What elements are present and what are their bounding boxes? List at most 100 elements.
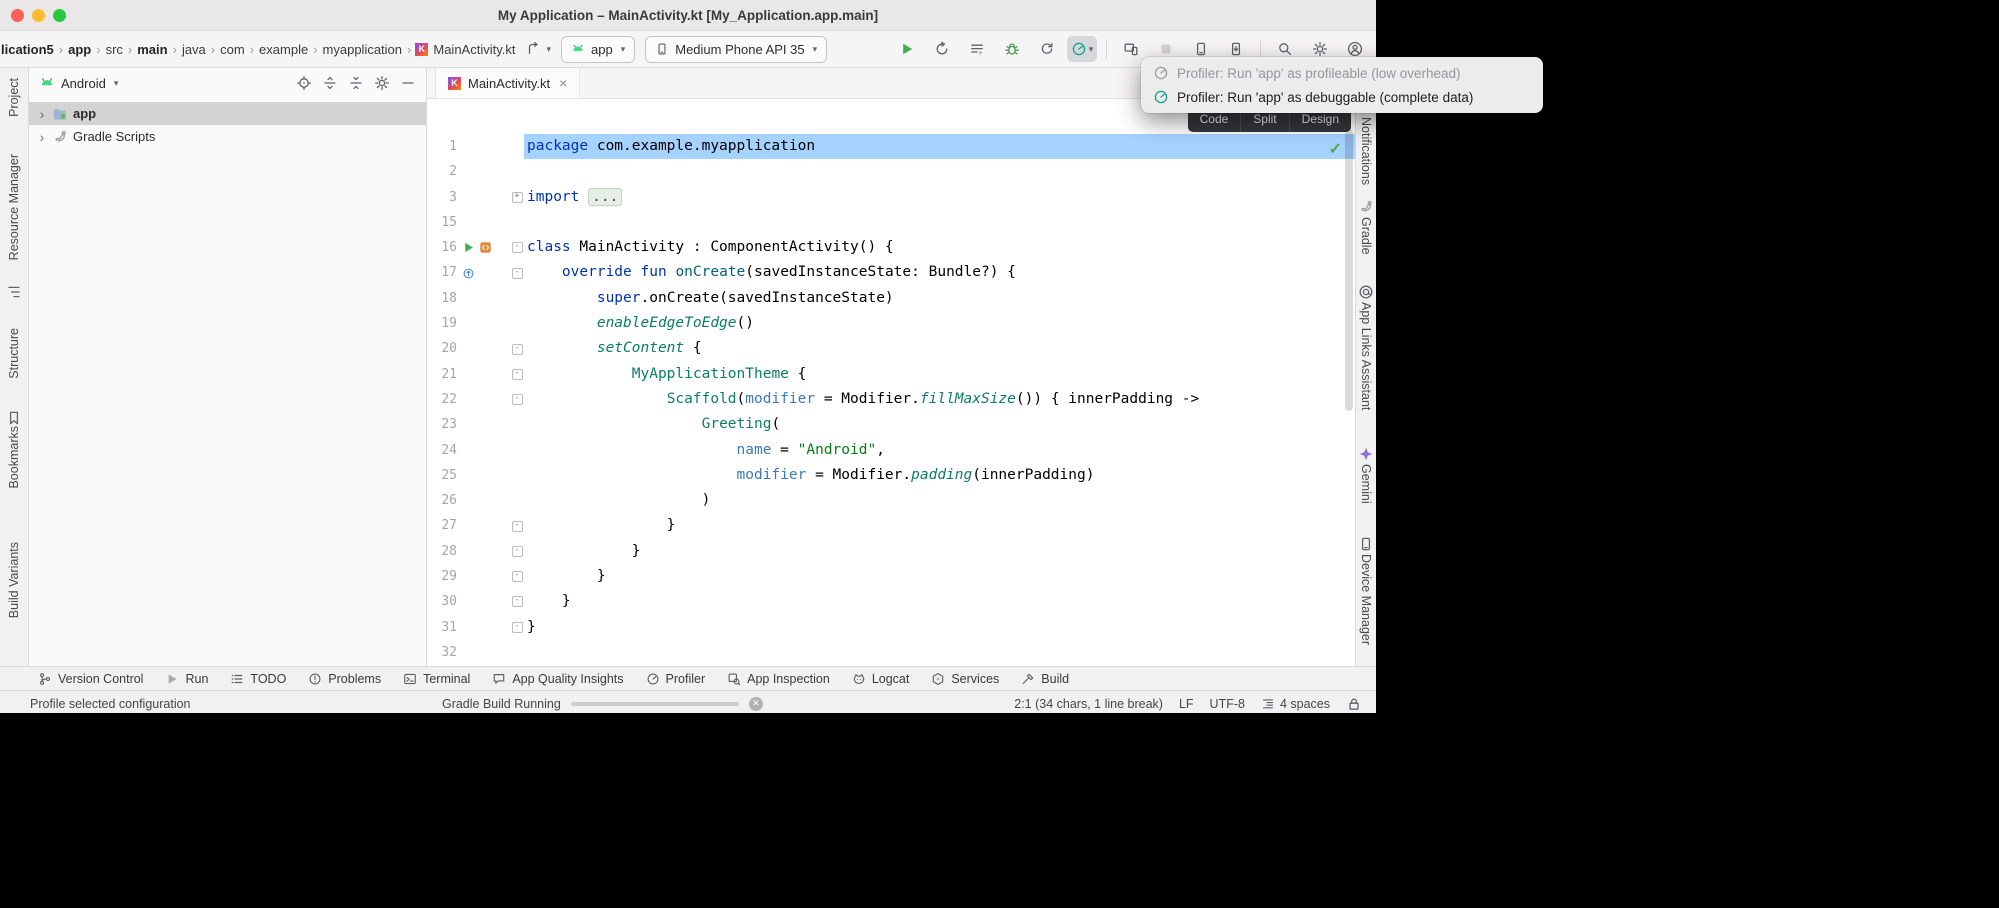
code-line-20[interactable]: 20- setContent {	[427, 336, 1355, 361]
breadcrumb-item-lication5[interactable]: lication5	[0, 42, 55, 57]
debug-button[interactable]	[997, 36, 1027, 62]
popup-item-2[interactable]: Profiler: Run 'app' as debuggable (compl…	[1141, 85, 1543, 109]
breadcrumb-item-myapplication[interactable]: myapplication	[322, 42, 404, 57]
gradle-icon[interactable]	[1358, 199, 1374, 215]
code-line-16[interactable]: 16-class MainActivity : ComponentActivit…	[427, 235, 1355, 260]
tool-window-button-terminal[interactable]: Terminal	[403, 672, 470, 686]
tool-window-button-todo[interactable]: TODO	[230, 672, 286, 686]
tool-window-button-structure[interactable]: Structure	[7, 328, 21, 379]
tree-item-gradle-scripts[interactable]: ›Gradle Scripts	[29, 125, 426, 148]
tool-window-button-app-inspection[interactable]: App Inspection	[727, 672, 830, 686]
code-line-18[interactable]: 18 super.onCreate(savedInstanceState)	[427, 286, 1355, 311]
close-button[interactable]	[11, 9, 24, 22]
vcs-widget[interactable]: ▾	[526, 41, 551, 57]
device-select[interactable]: Medium Phone API 35 ▾	[645, 36, 827, 63]
app-links-assistant-icon[interactable]	[1358, 284, 1374, 300]
zoom-button[interactable]	[53, 9, 66, 22]
device-manager-icon[interactable]	[1358, 536, 1374, 552]
tool-window-button-notifications[interactable]: Notifications	[1359, 117, 1373, 185]
structure-icon[interactable]	[6, 284, 22, 300]
tree-item-app[interactable]: ›app	[29, 102, 426, 125]
line-separator-widget[interactable]: LF	[1179, 697, 1194, 711]
profiler-button[interactable]: ▾	[1067, 36, 1097, 62]
run-line-icon[interactable]	[462, 241, 475, 254]
code-line-21[interactable]: 21- MyApplicationTheme {	[427, 362, 1355, 387]
fold-marker[interactable]: -	[512, 622, 523, 633]
chevron-right-icon[interactable]: ›	[37, 129, 47, 145]
caret-position-widget[interactable]: 2:1 (34 chars, 1 line break)	[1014, 697, 1163, 711]
expand-all-button[interactable]	[322, 75, 338, 91]
fold-marker[interactable]: -	[512, 242, 523, 253]
code-line-2[interactable]: 2	[427, 159, 1355, 184]
editor-tab-mainactivity[interactable]: K MainActivity.kt ×	[435, 68, 580, 98]
cancel-build-icon[interactable]: ✕	[749, 697, 763, 711]
breadcrumb-item-main[interactable]: main	[136, 42, 168, 57]
code-line-24[interactable]: 24 name = "Android",	[427, 438, 1355, 463]
code-line-15[interactable]: 15	[427, 210, 1355, 235]
rerun-button[interactable]	[927, 36, 957, 62]
run-button[interactable]	[892, 36, 922, 62]
minimize-button[interactable]	[32, 9, 45, 22]
tool-window-button-build[interactable]: Build	[1021, 672, 1069, 686]
override-method-icon[interactable]	[462, 267, 475, 280]
tool-window-button-logcat[interactable]: Logcat	[852, 672, 910, 686]
code-line-23[interactable]: 23 Greeting(	[427, 412, 1355, 437]
breadcrumb-item-mainactivity-kt[interactable]: MainActivity.kt	[432, 42, 516, 57]
tool-window-button-app-quality-insights[interactable]: App Quality Insights	[492, 672, 623, 686]
indent-widget[interactable]: 4 spaces	[1261, 697, 1330, 711]
breadcrumb-item-java[interactable]: java	[181, 42, 207, 57]
fold-marker[interactable]: -	[512, 268, 523, 279]
code-line-25[interactable]: 25 modifier = Modifier.padding(innerPadd…	[427, 463, 1355, 488]
breadcrumb-item-src[interactable]: src	[105, 42, 124, 57]
code-line-22[interactable]: 22- Scaffold(modifier = Modifier.fillMax…	[427, 387, 1355, 412]
tool-window-button-profiler[interactable]: Profiler	[646, 672, 706, 686]
tool-window-button-build-variants[interactable]: Build Variants	[7, 542, 21, 618]
code-line-30[interactable]: 30- }	[427, 589, 1355, 614]
tool-window-button-app-links-assistant[interactable]: App Links Assistant	[1359, 302, 1373, 410]
code-editor[interactable]: 1package com.example.myapplication23+imp…	[427, 99, 1355, 666]
breadcrumb-item-com[interactable]: com	[219, 42, 246, 57]
popup-item-1[interactable]: Profiler: Run 'app' as profileable (low …	[1141, 61, 1543, 85]
tool-window-button-bookmarks[interactable]: Bookmarks	[7, 426, 21, 489]
tool-window-button-gemini[interactable]: Gemini	[1359, 464, 1373, 504]
editor-scrollbar[interactable]	[1345, 129, 1353, 411]
locate-file-button[interactable]	[296, 75, 312, 91]
fold-marker[interactable]: +	[512, 192, 523, 203]
code-line-27[interactable]: 27- }	[427, 513, 1355, 538]
bookmarks-icon[interactable]	[6, 410, 22, 426]
collapse-all-button[interactable]	[348, 75, 364, 91]
device-mirror-button[interactable]	[1116, 36, 1146, 62]
apply-changes-button[interactable]	[1032, 36, 1062, 62]
tool-window-button-version-control[interactable]: Version Control	[38, 672, 143, 686]
fold-marker[interactable]: -	[512, 394, 523, 405]
fold-marker[interactable]: -	[512, 344, 523, 355]
breadcrumb-item-app[interactable]: app	[67, 42, 92, 57]
panel-settings-button[interactable]	[374, 75, 390, 91]
code-line-19[interactable]: 19 enableEdgeToEdge()	[427, 311, 1355, 336]
code-line-17[interactable]: 17- override fun onCreate(savedInstanceS…	[427, 260, 1355, 285]
tool-window-button-services[interactable]: Services	[931, 672, 999, 686]
fold-marker[interactable]: -	[512, 546, 523, 557]
run-configuration-select[interactable]: app ▾	[561, 36, 635, 63]
breadcrumb-item-example[interactable]: example	[258, 42, 309, 57]
composable-preview-icon[interactable]	[479, 241, 492, 254]
tool-window-button-problems[interactable]: Problems	[308, 672, 381, 686]
tool-window-button-gradle[interactable]: Gradle	[1359, 217, 1373, 255]
fold-marker[interactable]: -	[512, 571, 523, 582]
chevron-right-icon[interactable]: ›	[37, 106, 47, 122]
gemini-icon[interactable]	[1358, 446, 1374, 462]
code-line-1[interactable]: 1package com.example.myapplication	[427, 134, 1355, 159]
inspection-ok-icon[interactable]: ✓	[1329, 139, 1342, 159]
close-tab-icon[interactable]: ×	[559, 75, 567, 91]
tool-window-button-run[interactable]: Run	[165, 672, 208, 686]
hide-panel-button[interactable]	[400, 75, 416, 91]
code-line-3[interactable]: 3+import ...	[427, 185, 1355, 210]
code-line-31[interactable]: 31-}	[427, 615, 1355, 640]
lock-icon[interactable]	[1346, 696, 1362, 712]
code-line-32[interactable]: 32	[427, 640, 1355, 665]
encoding-widget[interactable]: UTF-8	[1210, 697, 1245, 711]
code-line-28[interactable]: 28- }	[427, 539, 1355, 564]
code-line-29[interactable]: 29- }	[427, 564, 1355, 589]
tool-window-button-project[interactable]: Project	[7, 78, 21, 117]
fold-marker[interactable]: -	[512, 369, 523, 380]
